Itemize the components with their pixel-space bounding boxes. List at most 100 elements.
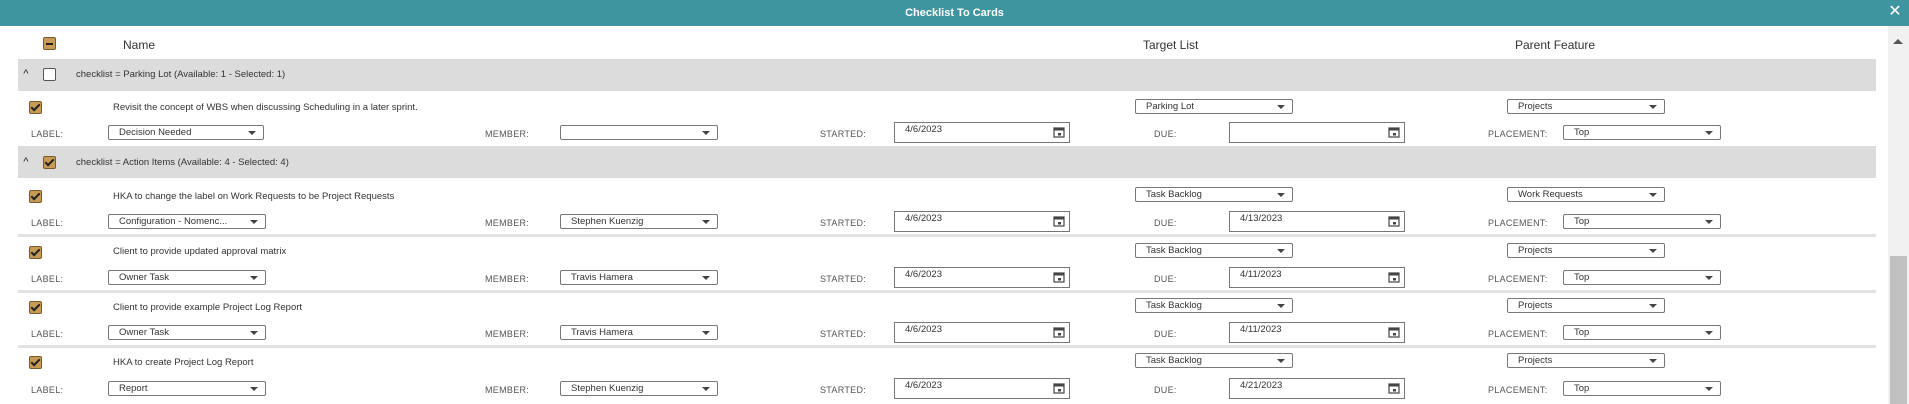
calendar-icon[interactable] [1388,271,1400,283]
item-checkbox[interactable] [29,246,42,259]
chevron-down-icon [1705,131,1713,135]
started-date-input[interactable]: 4/6/2023 [894,267,1070,288]
target-list-select[interactable]: Task Backlog [1135,353,1293,368]
chevron-down-icon [1277,193,1285,197]
member-caption: MEMBER: [485,274,530,284]
parent-feature-select[interactable]: Work Requests [1507,187,1665,202]
label-select[interactable]: Owner Task [108,270,266,285]
due-date-input[interactable]: 4/11/2023 [1229,267,1405,288]
placement-caption: PLACEMENT: [1488,274,1548,284]
placement-select[interactable]: Top [1563,214,1721,229]
placement-caption: PLACEMENT: [1488,385,1548,395]
item-text: HKA to change the label on Work Requests… [113,191,395,202]
item-checkbox[interactable] [29,190,42,203]
placement-caption: PLACEMENT: [1488,218,1548,228]
member-select[interactable] [560,125,718,140]
calendar-icon[interactable] [1388,326,1400,338]
group-row-action-items[interactable] [18,146,1876,178]
due-caption: DUE: [1154,218,1177,228]
label-select[interactable]: Configuration - Nomenc... [108,214,266,229]
scrollbar-thumb[interactable] [1890,256,1907,404]
item-checkbox[interactable] [29,301,42,314]
column-header [0,26,1888,60]
target-list-select[interactable]: Parking Lot [1135,99,1293,114]
started-date-input[interactable]: 4/6/2023 [894,322,1070,343]
started-date-input[interactable]: 4/6/2023 [894,378,1070,399]
group-title: checklist = Parking Lot (Available: 1 - … [76,69,286,80]
started-date-input[interactable]: 4/6/2023 [894,211,1070,232]
chevron-down-icon [702,220,710,224]
member-select[interactable]: Stephen Kuenzig [560,214,718,229]
due-date-input[interactable]: 4/13/2023 [1229,211,1405,232]
item-text: HKA to create Project Log Report [113,357,254,368]
started-caption: STARTED: [820,218,867,228]
chevron-down-icon [250,387,258,391]
due-date-input[interactable] [1229,122,1405,143]
chevron-down-icon [1277,359,1285,363]
started-date-input[interactable]: 4/6/2023 [894,122,1070,143]
group-title: checklist = Action Items (Available: 4 -… [76,157,289,168]
item-text: Revisit the concept of WBS when discussi… [113,102,418,113]
due-date-input[interactable]: 4/21/2023 [1229,378,1405,399]
target-list-select[interactable]: Task Backlog [1135,243,1293,258]
dialog-title: Checklist To Cards [905,7,1004,19]
dialog-titlebar: Checklist To Cards ✕ [0,0,1909,26]
label-caption: LABEL: [31,329,64,339]
chevron-up-icon[interactable]: ^ [20,68,32,80]
member-select[interactable]: Travis Hamera [560,325,718,340]
chevron-down-icon [1277,304,1285,308]
label-caption: LABEL: [31,274,64,284]
chevron-down-icon [702,387,710,391]
item-text: Client to provide updated approval matri… [113,246,287,257]
placement-select[interactable]: Top [1563,125,1721,140]
chevron-down-icon [1705,220,1713,224]
label-caption: LABEL: [31,218,64,228]
label-select[interactable]: Owner Task [108,325,266,340]
label-select[interactable]: Report [108,381,266,396]
calendar-icon[interactable] [1053,326,1065,338]
calendar-icon[interactable] [1053,382,1065,394]
member-select[interactable]: Stephen Kuenzig [560,381,718,396]
group-checkbox[interactable] [43,68,56,81]
parent-feature-select[interactable]: Projects [1507,243,1665,258]
chevron-down-icon [1705,276,1713,280]
member-caption: MEMBER: [485,385,530,395]
chevron-down-icon [250,220,258,224]
chevron-down-icon [1277,249,1285,253]
started-caption: STARTED: [820,329,867,339]
close-icon[interactable]: ✕ [1887,0,1903,26]
label-caption: LABEL: [31,129,64,139]
header-name: Name [123,38,156,52]
calendar-icon[interactable] [1388,126,1400,138]
select-all-checkbox[interactable] [43,37,56,50]
chevron-down-icon [1649,105,1657,109]
group-checkbox[interactable] [43,156,56,169]
calendar-icon[interactable] [1053,126,1065,138]
calendar-icon[interactable] [1053,215,1065,227]
group-row-parking-lot[interactable] [18,59,1876,91]
placement-select[interactable]: Top [1563,325,1721,340]
due-date-input[interactable]: 4/11/2023 [1229,322,1405,343]
started-caption: STARTED: [820,385,867,395]
calendar-icon[interactable] [1388,382,1400,394]
label-select[interactable]: Decision Needed [108,125,264,140]
placement-select[interactable]: Top [1563,381,1721,396]
target-list-select[interactable]: Task Backlog [1135,298,1293,313]
calendar-icon[interactable] [1388,215,1400,227]
calendar-icon[interactable] [1053,271,1065,283]
parent-feature-select[interactable]: Projects [1507,298,1665,313]
chevron-down-icon [1277,105,1285,109]
scroll-up-icon[interactable] [1893,39,1903,44]
parent-feature-select[interactable]: Projects [1507,353,1665,368]
item-checkbox[interactable] [29,356,42,369]
member-select[interactable]: Travis Hamera [560,270,718,285]
member-caption: MEMBER: [485,329,530,339]
item-checkbox[interactable] [29,101,42,114]
chevron-up-icon[interactable]: ^ [20,156,32,168]
due-caption: DUE: [1154,274,1177,284]
placement-select[interactable]: Top [1563,270,1721,285]
chevron-down-icon [1649,193,1657,197]
parent-feature-select[interactable]: Projects [1507,99,1665,114]
target-list-select[interactable]: Task Backlog [1135,187,1293,202]
item-text: Client to provide example Project Log Re… [113,302,303,313]
